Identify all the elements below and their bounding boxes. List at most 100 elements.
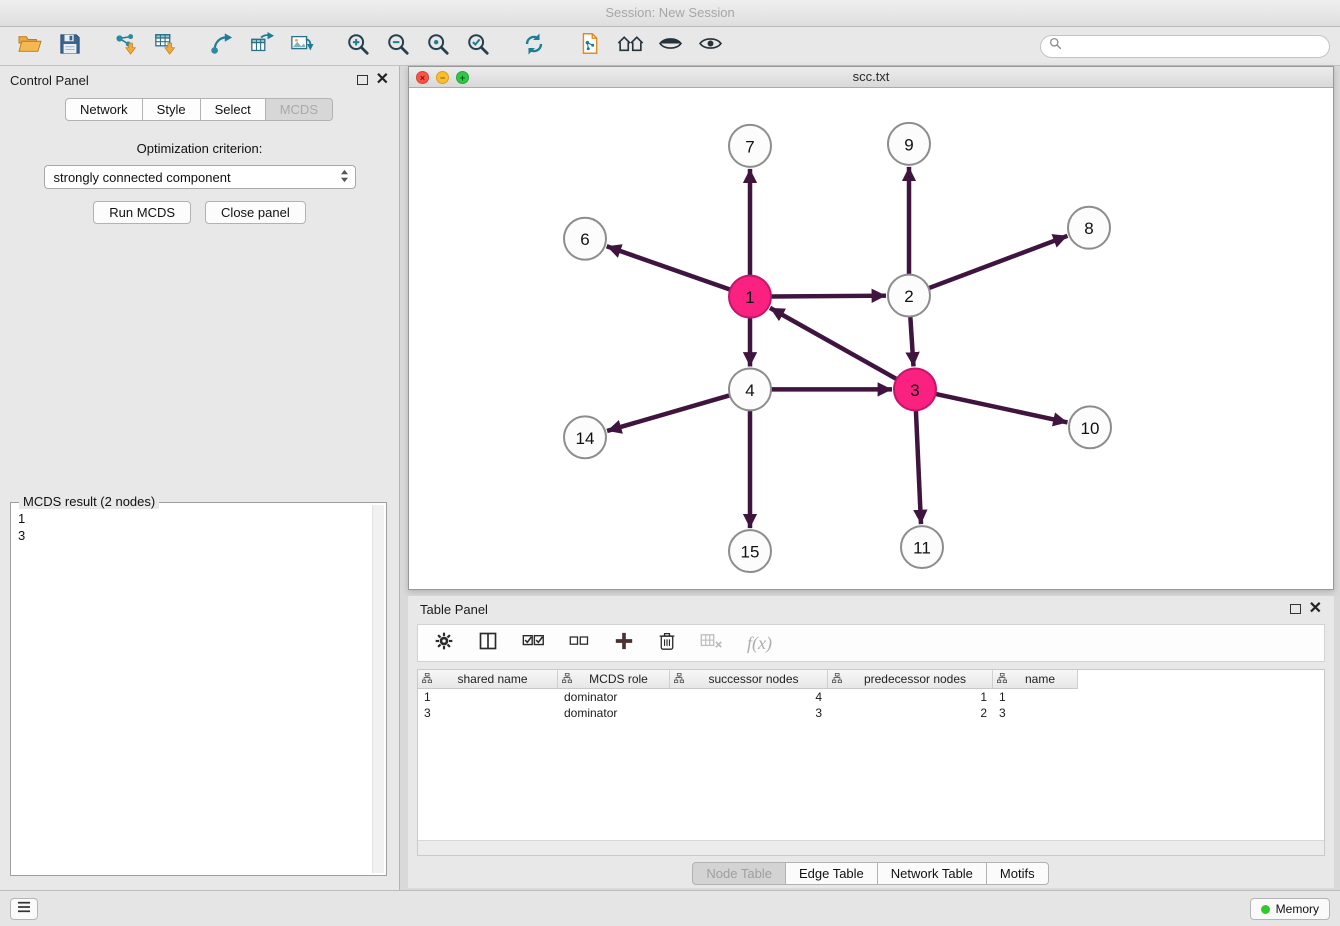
close-window-button[interactable]: × [416, 71, 429, 84]
zoom-in-button[interactable] [338, 30, 378, 62]
close-panel-button[interactable]: Close panel [205, 201, 306, 224]
two-homes-icon [617, 33, 644, 60]
table-row[interactable]: 1dominator411 [418, 689, 1324, 705]
tab-edge-table[interactable]: Edge Table [785, 862, 878, 885]
node-14[interactable]: 14 [564, 416, 606, 458]
node-15[interactable]: 15 [729, 530, 771, 572]
export-network-icon [210, 32, 234, 61]
tab-node-table[interactable]: Node Table [692, 862, 786, 885]
edge-4-14[interactable] [607, 395, 730, 431]
save-session-button[interactable] [50, 30, 90, 62]
tab-network-table[interactable]: Network Table [877, 862, 987, 885]
criterion-dropdown[interactable]: strongly connected component [44, 165, 356, 189]
result-scrollbar[interactable] [372, 505, 384, 873]
delete-table-icon [700, 632, 723, 655]
float-table-panel-icon[interactable] [1290, 604, 1301, 614]
node-1[interactable]: 1 [729, 276, 771, 318]
table-cell[interactable]: 3 [670, 705, 828, 721]
network-canvas[interactable]: 7 9 6 8 1 2 4 3 14 10 15 11 [409, 88, 1333, 589]
close-table-panel-icon[interactable]: ✕ [1309, 603, 1322, 615]
tab-select[interactable]: Select [200, 98, 266, 121]
table-panel: Table Panel ✕ [408, 596, 1334, 888]
search-input[interactable] [1067, 39, 1321, 53]
export-network-button[interactable] [202, 30, 242, 62]
column-header-shared-name[interactable]: shared name [418, 670, 558, 689]
tab-mcds[interactable]: MCDS [265, 98, 333, 121]
node-9[interactable]: 9 [888, 123, 930, 165]
edge-2-8[interactable] [929, 236, 1068, 288]
fx-icon: f(x) [747, 633, 772, 654]
deselect-all-button[interactable] [569, 633, 590, 654]
edge-3-10[interactable] [936, 394, 1068, 423]
memory-button[interactable]: Memory [1250, 898, 1330, 920]
zoom-selected-button[interactable] [458, 30, 498, 62]
svg-text:7: 7 [745, 137, 754, 156]
network-file-button[interactable] [570, 30, 610, 62]
select-all-button[interactable] [522, 632, 545, 655]
delete-column-button[interactable] [658, 631, 676, 656]
main-toolbar [0, 27, 1340, 66]
function-builder-button[interactable]: f(x) [747, 633, 772, 654]
edge-3-1[interactable] [770, 308, 897, 379]
unchecked-boxes-icon [569, 633, 590, 654]
table-cell[interactable]: dominator [558, 705, 670, 721]
search-box[interactable] [1040, 35, 1330, 58]
tab-style[interactable]: Style [142, 98, 201, 121]
open-session-button[interactable] [10, 30, 50, 62]
tab-motifs[interactable]: Motifs [986, 862, 1049, 885]
table-cell[interactable]: 4 [670, 689, 828, 705]
node-7[interactable]: 7 [729, 125, 771, 167]
table-row[interactable]: 3dominator323 [418, 705, 1324, 721]
minimize-window-button[interactable]: − [436, 71, 449, 84]
edge-1-6[interactable] [607, 246, 731, 289]
float-panel-icon[interactable] [357, 75, 368, 85]
column-header-name[interactable]: name [993, 670, 1078, 689]
table-cell[interactable]: 2 [828, 705, 993, 721]
apply-layout-button[interactable] [514, 30, 554, 62]
node-3[interactable]: 3 [894, 368, 936, 410]
import-network-button[interactable] [106, 30, 146, 62]
half-eye-button[interactable] [650, 30, 690, 62]
result-item[interactable]: 3 [18, 527, 366, 544]
tab-network[interactable]: Network [65, 98, 143, 121]
two-homes-button[interactable] [610, 30, 650, 62]
column-header-mcds-role[interactable]: MCDS role [558, 670, 670, 689]
table-cell[interactable]: 1 [418, 689, 558, 705]
column-header-predecessor-nodes[interactable]: predecessor nodes [828, 670, 993, 689]
delete-table-button[interactable] [700, 632, 723, 655]
table-scrollbar[interactable] [418, 840, 1324, 855]
show-columns-button[interactable] [478, 631, 498, 656]
create-column-button[interactable] [614, 631, 634, 656]
node-6[interactable]: 6 [564, 218, 606, 260]
network-window-titlebar[interactable]: × − + scc.txt [409, 67, 1333, 88]
edge-2-3[interactable] [910, 317, 913, 367]
import-table-button[interactable] [146, 30, 186, 62]
zoom-fit-button[interactable] [418, 30, 458, 62]
table-settings-button[interactable] [434, 631, 454, 656]
table-cell[interactable]: 3 [993, 705, 1078, 721]
table-tabs: Node TableEdge TableNetwork TableMotifs [408, 862, 1334, 885]
table-cell[interactable]: dominator [558, 689, 670, 705]
table-cell[interactable]: 1 [828, 689, 993, 705]
node-4[interactable]: 4 [729, 368, 771, 410]
close-panel-icon[interactable]: ✕ [376, 74, 389, 86]
node-11[interactable]: 11 [901, 526, 943, 568]
svg-text:11: 11 [913, 539, 931, 558]
node-8[interactable]: 8 [1068, 207, 1110, 249]
edge-3-11[interactable] [916, 410, 921, 524]
eye-button[interactable] [690, 30, 730, 62]
result-item[interactable]: 1 [18, 510, 366, 527]
maximize-window-button[interactable]: + [456, 71, 469, 84]
zoom-out-button[interactable] [378, 30, 418, 62]
task-history-button[interactable] [10, 898, 38, 920]
node-2[interactable]: 2 [888, 275, 930, 317]
table-cell[interactable]: 3 [418, 705, 558, 721]
edge-1-2[interactable] [771, 296, 886, 297]
export-image-button[interactable] [282, 30, 322, 62]
export-table-button[interactable] [242, 30, 282, 62]
column-header-successor-nodes[interactable]: successor nodes [670, 670, 828, 689]
table-cell[interactable]: 1 [993, 689, 1078, 705]
node-10[interactable]: 10 [1069, 406, 1111, 448]
run-mcds-button[interactable]: Run MCDS [93, 201, 191, 224]
app-titlebar: Session: New Session [0, 0, 1340, 27]
